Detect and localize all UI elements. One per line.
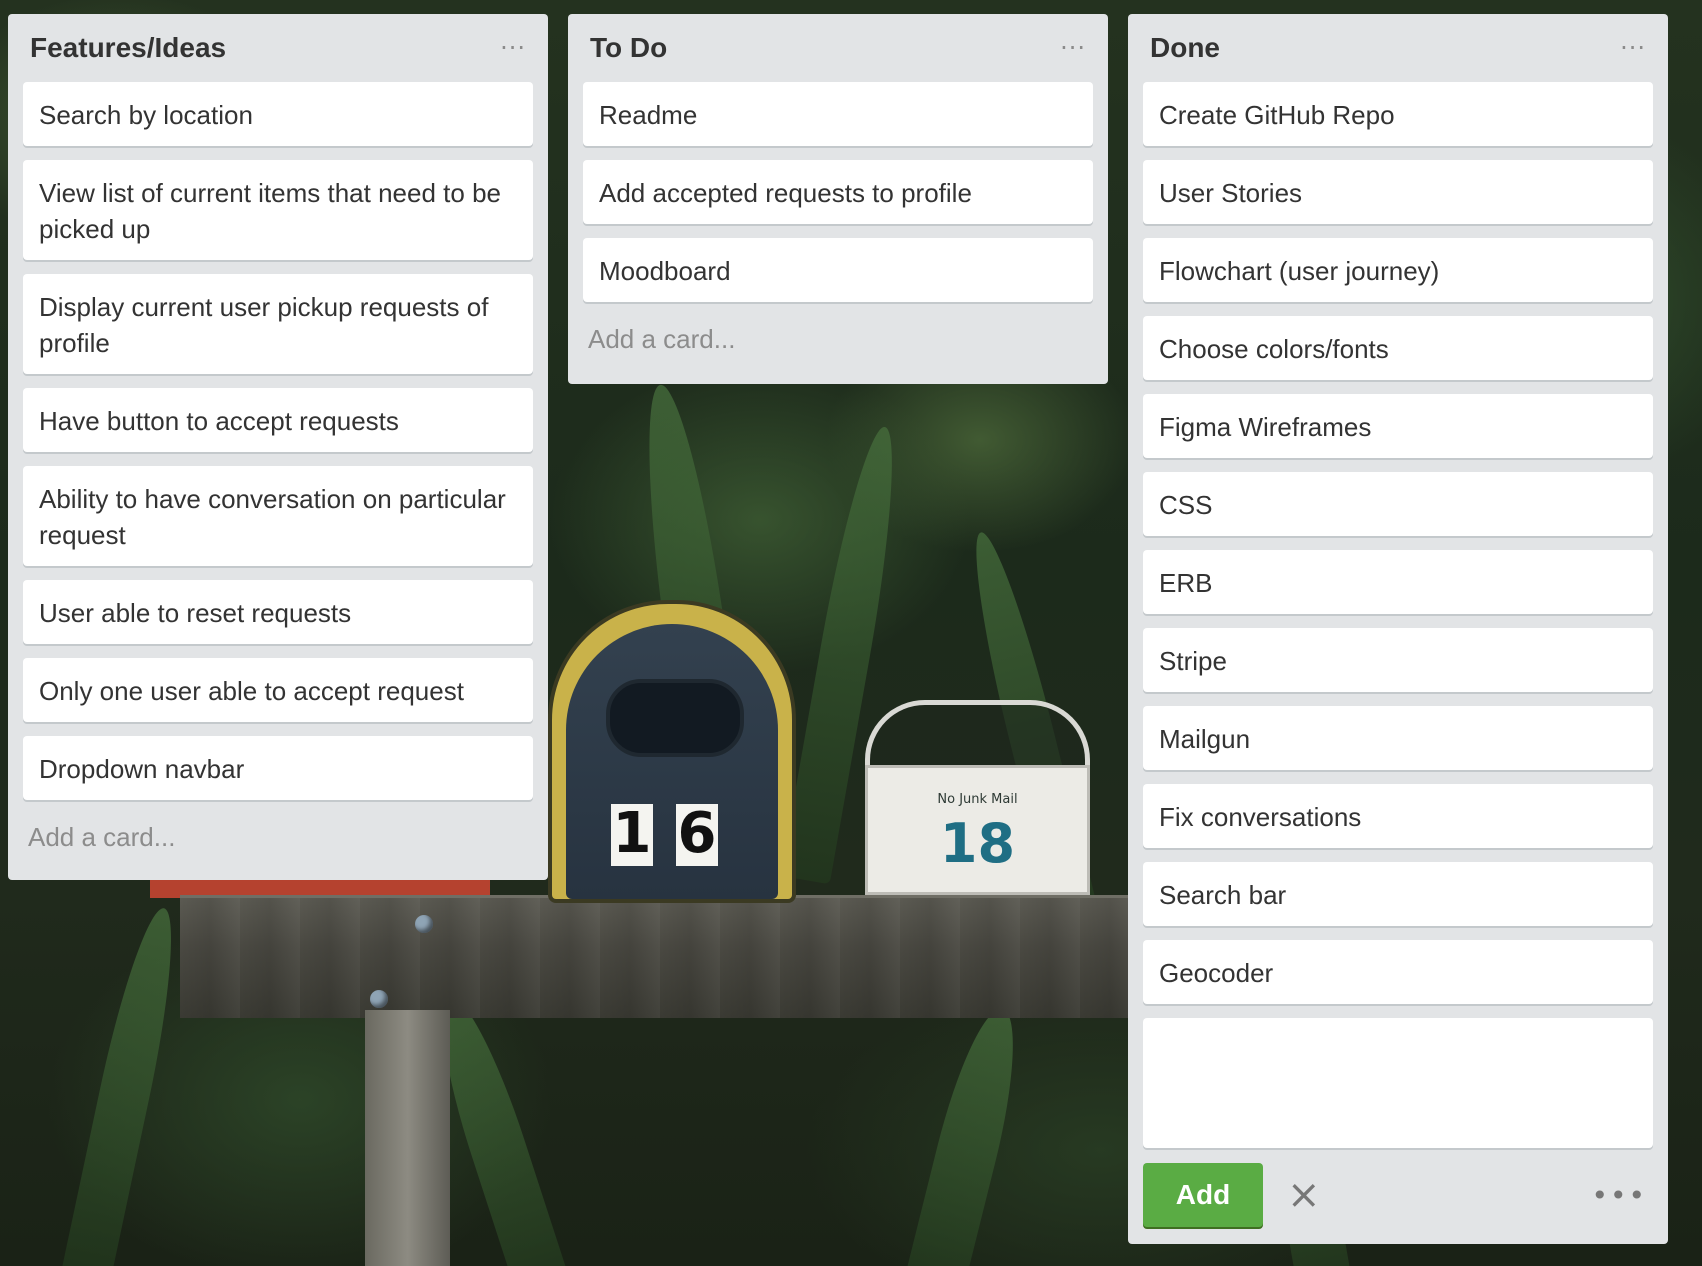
composer-controls: Add × ••• <box>1143 1162 1653 1228</box>
mailbox-18: No Junk Mail 18 <box>865 700 1090 895</box>
mailbox-sign: No Junk Mail <box>937 792 1018 807</box>
list-title[interactable]: Features/Ideas <box>30 32 226 64</box>
list-header: To Do ··· <box>583 14 1093 82</box>
card[interactable]: Flowchart (user journey) <box>1143 238 1653 302</box>
card[interactable]: Figma Wireframes <box>1143 394 1653 458</box>
close-icon[interactable]: × <box>1287 1175 1321 1215</box>
more-options-icon[interactable]: ••• <box>1591 1179 1647 1212</box>
add-card-button[interactable]: Add <box>1143 1163 1263 1227</box>
mailbox-digit: 6 <box>676 801 718 866</box>
list-done: Done ··· Create GitHub Repo User Stories… <box>1128 14 1668 1244</box>
add-card-link[interactable]: Add a card... <box>583 316 1093 355</box>
card[interactable]: Dropdown navbar <box>23 736 533 800</box>
card[interactable]: User Stories <box>1143 160 1653 224</box>
card[interactable]: Search by location <box>23 82 533 146</box>
list-to-do: To Do ··· Readme Add accepted requests t… <box>568 14 1108 384</box>
card[interactable]: Add accepted requests to profile <box>583 160 1093 224</box>
mailbox-digit: 1 <box>611 801 653 866</box>
card[interactable]: ERB <box>1143 550 1653 614</box>
card[interactable]: Moodboard <box>583 238 1093 302</box>
mailbox-number: 18 <box>939 812 1016 875</box>
list-title[interactable]: To Do <box>590 32 667 64</box>
mailbox-16: 1 6 <box>548 600 796 903</box>
list-menu-icon[interactable]: ··· <box>1620 36 1646 60</box>
card[interactable]: Fix conversations <box>1143 784 1653 848</box>
mailbox-lid <box>865 700 1090 770</box>
mailbox-body: No Junk Mail 18 <box>865 765 1090 895</box>
card-composer-textarea[interactable] <box>1143 1018 1653 1148</box>
wooden-plank <box>180 895 1280 1018</box>
card[interactable]: Readme <box>583 82 1093 146</box>
list-header: Features/Ideas ··· <box>23 14 533 82</box>
card[interactable]: CSS <box>1143 472 1653 536</box>
card[interactable]: Display current user pickup requests of … <box>23 274 533 374</box>
list-title[interactable]: Done <box>1150 32 1220 64</box>
list-menu-icon[interactable]: ··· <box>1060 36 1086 60</box>
bolt <box>415 915 433 933</box>
background-leaf <box>60 903 189 1266</box>
background-leaf <box>900 1001 1032 1266</box>
card[interactable]: Create GitHub Repo <box>1143 82 1653 146</box>
list-features-ideas: Features/Ideas ··· Search by location Vi… <box>8 14 548 880</box>
card[interactable]: User able to reset requests <box>23 580 533 644</box>
card[interactable]: Mailgun <box>1143 706 1653 770</box>
mailbox-slot <box>606 679 744 757</box>
card[interactable]: Only one user able to accept request <box>23 658 533 722</box>
card[interactable]: Choose colors/fonts <box>1143 316 1653 380</box>
add-card-link[interactable]: Add a card... <box>23 814 533 853</box>
card[interactable]: View list of current items that need to … <box>23 160 533 260</box>
mailbox-body: 1 6 <box>566 624 778 899</box>
list-header: Done ··· <box>1143 14 1653 82</box>
bolt <box>370 990 388 1008</box>
card[interactable]: Have button to accept requests <box>23 388 533 452</box>
card[interactable]: Stripe <box>1143 628 1653 692</box>
card[interactable]: Search bar <box>1143 862 1653 926</box>
card[interactable]: Geocoder <box>1143 940 1653 1004</box>
list-menu-icon[interactable]: ··· <box>500 36 526 60</box>
wooden-post <box>365 1010 450 1266</box>
card[interactable]: Ability to have conversation on particul… <box>23 466 533 566</box>
